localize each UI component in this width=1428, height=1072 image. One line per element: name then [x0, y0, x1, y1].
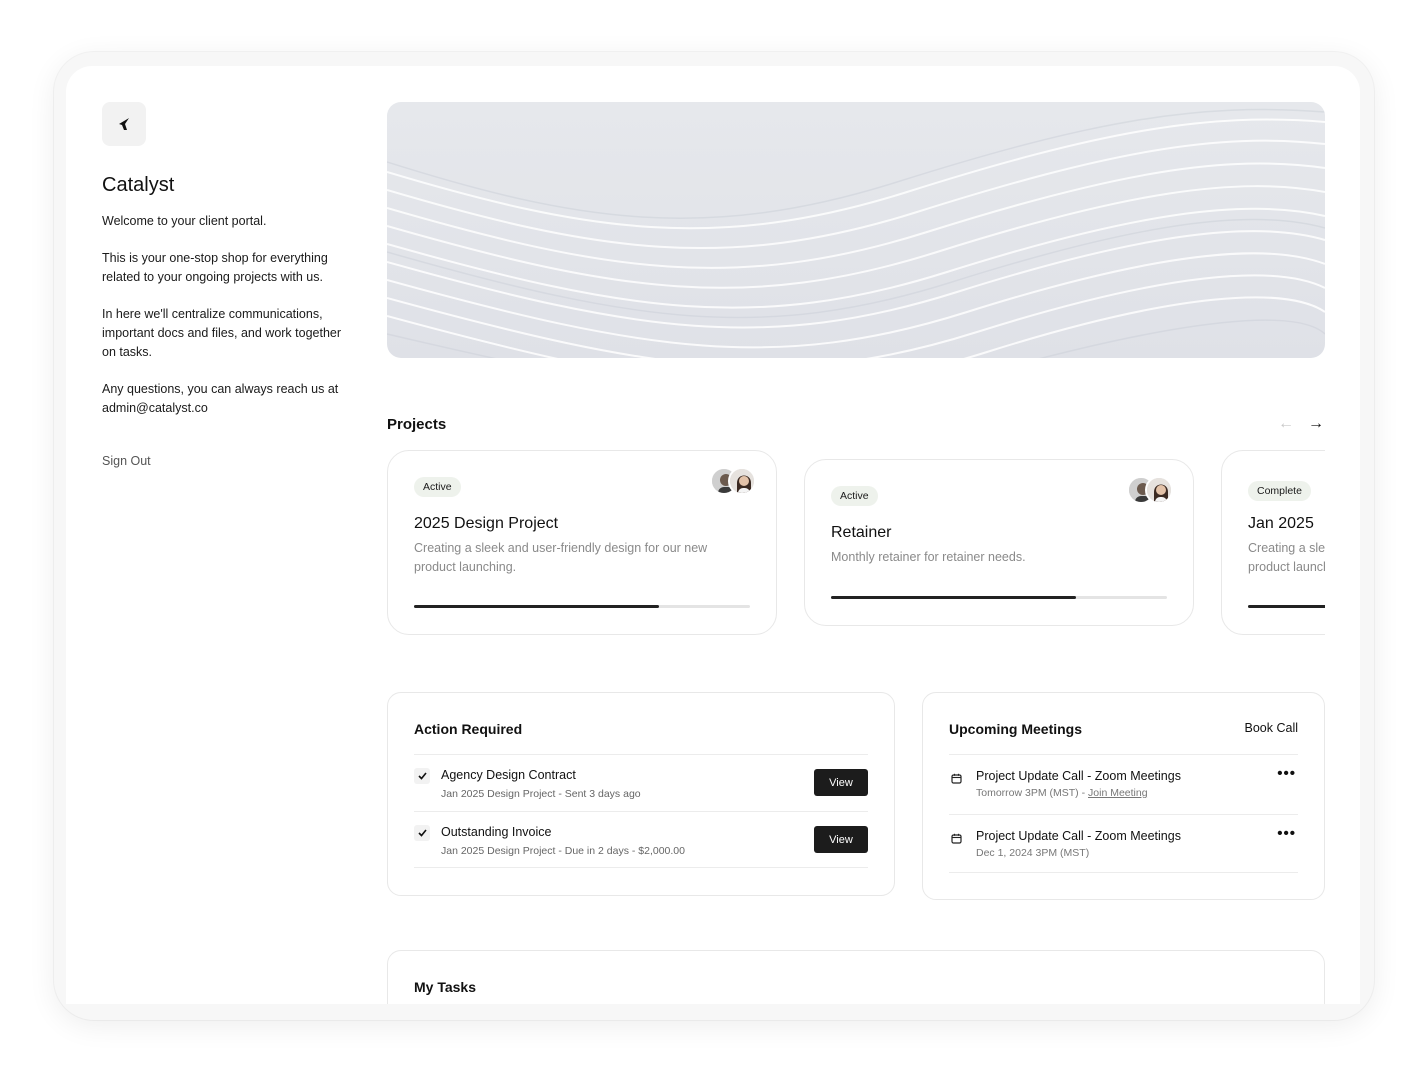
- projects-carousel: Active 2025 Design Project Creating a sl…: [387, 450, 1325, 640]
- check-icon[interactable]: [414, 825, 430, 841]
- hero-banner: [387, 102, 1325, 358]
- my-tasks-title: My Tasks: [414, 979, 476, 995]
- avatar: [728, 467, 756, 495]
- arrow-left-icon[interactable]: ←: [1278, 416, 1294, 432]
- progress-fill: [1248, 605, 1325, 608]
- projects-title: Projects: [387, 416, 447, 433]
- project-card[interactable]: Complete Jan 2025 Creating a sleek and u…: [1221, 450, 1325, 635]
- project-title: Jan 2025: [1248, 515, 1314, 532]
- avatar: [1145, 476, 1173, 504]
- action-required-panel: Action Required Agency Design Contract J…: [387, 692, 895, 896]
- calendar-icon: [951, 831, 962, 849]
- projects-carousel-controls: ← →: [1278, 416, 1324, 432]
- avatar-group: [710, 467, 756, 495]
- meeting-time: Tomorrow 3PM (MST) -: [976, 787, 1089, 799]
- meeting-title: Project Update Call - Zoom Meetings: [976, 769, 1181, 783]
- join-meeting-link[interactable]: Join Meeting: [1088, 787, 1148, 799]
- wave-pattern: [387, 108, 1325, 358]
- meeting-title: Project Update Call - Zoom Meetings: [976, 829, 1181, 843]
- project-description: Creating a sleek and user-friendly desig…: [414, 541, 708, 574]
- list-item: Agency Design Contract Jan 2025 Design P…: [414, 754, 868, 811]
- device-frame: Catalyst Welcome to your client portal. …: [54, 52, 1374, 1020]
- list-item: Project Update Call - Zoom Meetings Tomo…: [949, 754, 1298, 814]
- project-description: Creating a sleek and user-friendly desig…: [1248, 541, 1325, 574]
- project-card[interactable]: Active Retainer Monthly retainer for ret…: [804, 459, 1194, 626]
- progress-fill: [831, 596, 1077, 599]
- view-button[interactable]: View: [814, 826, 868, 853]
- status-badge: Active: [414, 477, 461, 497]
- intro-text: Welcome to your client portal. This is y…: [102, 212, 348, 436]
- project-progress-bar: [831, 596, 1167, 599]
- more-options-icon[interactable]: •••: [1277, 766, 1296, 781]
- action-item-title: Outstanding Invoice: [441, 825, 552, 839]
- project-card[interactable]: Active 2025 Design Project Creating a sl…: [387, 450, 777, 635]
- more-options-icon[interactable]: •••: [1277, 826, 1296, 841]
- project-title: Retainer: [831, 524, 892, 541]
- action-item-subtitle: Jan 2025 Design Project - Sent 3 days ag…: [441, 788, 641, 800]
- brand-name: Catalyst: [102, 174, 175, 196]
- upcoming-meetings-panel: Upcoming Meetings Book Call Project Upda…: [922, 692, 1325, 900]
- action-item-title: Agency Design Contract: [441, 768, 576, 782]
- meeting-subtitle: Dec 1, 2024 3PM (MST): [976, 847, 1090, 859]
- meeting-subtitle: Tomorrow 3PM (MST) - Join Meeting: [976, 787, 1148, 799]
- action-required-title: Action Required: [414, 721, 523, 737]
- intro-paragraph: In here we'll centralize communications,…: [102, 307, 342, 359]
- progress-fill: [414, 605, 660, 608]
- arrow-right-icon[interactable]: →: [1308, 416, 1324, 432]
- check-icon[interactable]: [414, 768, 430, 784]
- sign-out-link[interactable]: Sign Out: [102, 454, 151, 468]
- intro-paragraph: Welcome to your client portal.: [102, 214, 267, 228]
- project-description: Monthly retainer for retainer needs.: [831, 550, 1026, 564]
- view-button[interactable]: View: [814, 769, 868, 796]
- status-badge: Complete: [1248, 481, 1311, 501]
- book-call-link[interactable]: Book Call: [1245, 721, 1299, 735]
- calendar-icon: [951, 771, 962, 789]
- my-tasks-panel: My Tasks: [387, 950, 1325, 1004]
- portal-screen: Catalyst Welcome to your client portal. …: [66, 66, 1360, 1004]
- list-item: Outstanding Invoice Jan 2025 Design Proj…: [414, 811, 868, 868]
- project-progress-bar: [1248, 605, 1325, 608]
- status-badge: Active: [831, 486, 878, 506]
- meetings-title: Upcoming Meetings: [949, 721, 1083, 737]
- intro-paragraph: Any questions, you can always reach us a…: [102, 382, 339, 415]
- list-item: Project Update Call - Zoom Meetings Dec …: [949, 814, 1298, 873]
- catalyst-logo-icon[interactable]: [102, 102, 146, 146]
- project-progress-bar: [414, 605, 750, 608]
- avatar-group: [1127, 476, 1173, 504]
- project-title: 2025 Design Project: [414, 515, 559, 532]
- intro-paragraph: This is your one-stop shop for everythin…: [102, 251, 328, 284]
- action-item-subtitle: Jan 2025 Design Project - Due in 2 days …: [441, 845, 685, 857]
